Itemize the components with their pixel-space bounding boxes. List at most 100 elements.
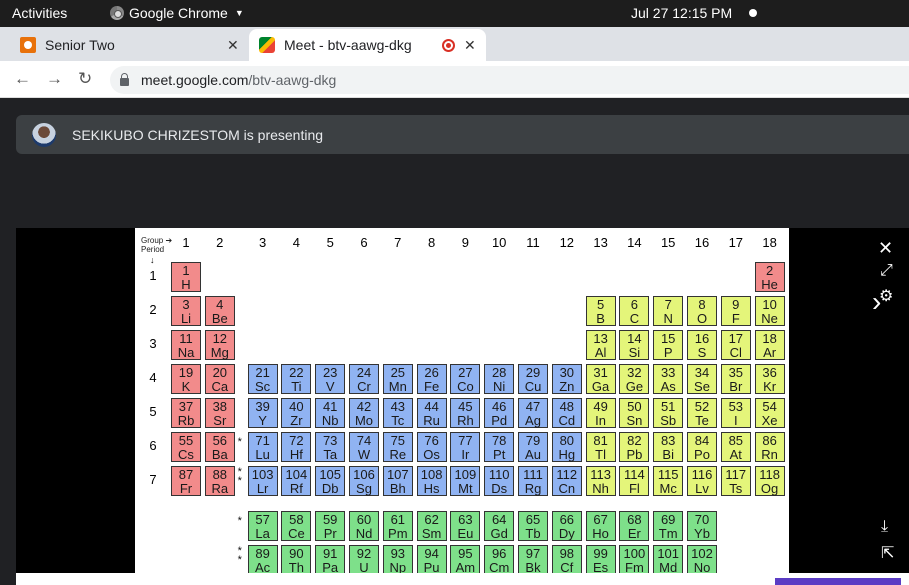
expand-icon[interactable]: ⤢: [880, 262, 893, 280]
activities-button[interactable]: Activities: [12, 5, 67, 21]
element-cell: 38 Sr: [204, 398, 235, 428]
element-symbol: He: [761, 277, 778, 292]
meet-view: SEKIKUBO CHRIZESTOM is presenting Group …: [0, 99, 909, 585]
atomic-number: 11: [179, 331, 193, 346]
chrome-icon: [110, 6, 124, 20]
atomic-number: 61: [390, 512, 406, 527]
element-symbol: Mn: [388, 379, 407, 394]
next-arrow-icon[interactable]: ›: [872, 286, 881, 318]
element-symbol: Hg: [558, 447, 576, 462]
element-symbol: Fr: [179, 481, 193, 496]
element-symbol: Ts: [729, 481, 743, 496]
element-symbol: Es: [593, 560, 609, 574]
element-symbol: Fe: [424, 379, 440, 394]
atomic-number: 52: [694, 399, 710, 414]
element-symbol: V: [325, 379, 335, 394]
element-cell: 116 Lv: [687, 466, 717, 496]
system-top-bar: Activities Google Chrome ▼ Jul 27 12:15 …: [0, 0, 909, 27]
url-path: /btv-aawg-dkg: [248, 72, 337, 88]
period-number: 2: [149, 302, 157, 317]
atomic-number: 100: [623, 546, 646, 561]
atomic-number: 53: [728, 399, 744, 414]
atomic-number: 21: [255, 365, 270, 380]
share-icon[interactable]: ⇱: [881, 543, 894, 563]
element-cell: 96 Cm: [484, 545, 515, 573]
element-cell: 63 Eu: [450, 511, 481, 541]
atomic-number: 10: [762, 297, 777, 312]
element-symbol: Mt: [458, 481, 473, 496]
element-symbol: Og: [760, 481, 779, 496]
element-cell: 34 Se: [687, 364, 717, 394]
back-icon[interactable]: ←: [14, 69, 31, 89]
atomic-number: 43: [390, 399, 406, 414]
address-bar[interactable]: meet.google.com/btv-aawg-dkg: [110, 66, 909, 94]
close-tab-icon[interactable]: ✕: [464, 37, 476, 54]
element-cell: 61 Pm: [382, 511, 413, 541]
element-cell: 83 Bi: [653, 432, 684, 462]
group-number: 16: [694, 235, 710, 250]
atomic-number: 30: [559, 365, 575, 380]
element-symbol: Fl: [628, 481, 640, 496]
element-cell: 73 Ta: [315, 432, 346, 462]
atomic-number: 81: [593, 433, 608, 448]
element-cell: 45 Rh: [450, 398, 481, 428]
period-number: 5: [149, 404, 157, 419]
element-cell: 53 I: [720, 398, 751, 428]
atomic-number: 99: [593, 546, 608, 561]
element-cell: 71 Lu: [247, 432, 278, 462]
element-symbol: Bk: [525, 560, 541, 574]
element-cell: 15 P: [653, 330, 684, 360]
element-cell: 29 Cu: [518, 364, 548, 394]
element-symbol: Cf: [560, 560, 574, 574]
atomic-number: 77: [458, 433, 473, 448]
element-cell: 86 Rn: [754, 432, 785, 462]
element-cell: 90 Th: [281, 545, 312, 573]
tab-meet[interactable]: Meet - btv-aawg-dkg ✕: [249, 29, 486, 61]
download-icon[interactable]: ⤓: [881, 518, 888, 536]
reload-icon[interactable]: ↻: [78, 69, 92, 89]
element-cell: 10 Ne: [754, 296, 785, 326]
element-symbol: Co: [457, 379, 474, 394]
element-symbol: O: [696, 311, 708, 326]
element-cell: 3 Li: [171, 296, 201, 326]
element-cell: 112 Cn: [551, 466, 582, 496]
tab-strip: Senior Two ✕ Meet - btv-aawg-dkg ✕ +: [0, 27, 909, 82]
atomic-number: 60: [356, 512, 372, 527]
atomic-number: 57: [255, 512, 270, 527]
element-cell: 64 Gd: [484, 511, 515, 541]
series-marker-icon: * *: [237, 545, 242, 566]
atomic-number: 58: [289, 512, 304, 527]
element-symbol: Te: [695, 413, 709, 428]
close-tab-icon[interactable]: ✕: [227, 37, 239, 54]
atomic-number: 56: [212, 433, 228, 448]
clock[interactable]: Jul 27 12:15 PM: [631, 5, 732, 21]
period-header: Period: [141, 245, 165, 254]
atomic-number: 103: [251, 467, 274, 482]
close-icon[interactable]: ✕: [878, 238, 893, 259]
notification-dot-icon: [749, 9, 757, 17]
element-cell: 7N: [653, 296, 684, 326]
element-cell: 27 Co: [450, 364, 481, 394]
atomic-number: 7: [664, 297, 672, 312]
element-cell: 1H: [171, 262, 201, 292]
forward-icon[interactable]: →: [46, 69, 63, 89]
element-symbol: U: [359, 560, 369, 574]
element-cell: 103 Lr: [247, 466, 278, 496]
atomic-number: 62: [424, 512, 439, 527]
element-cell: 43 Tc: [382, 398, 413, 428]
presentation-stage[interactable]: Group ➔ Period ↓ 1 2 3 4 5 6 7 8 9 10 11 12 13 14 15 16…: [16, 228, 909, 573]
element-symbol: Os: [423, 447, 440, 462]
element-cell: 75 Re: [382, 432, 413, 462]
element-symbol: La: [255, 526, 270, 541]
atomic-number: 50: [627, 399, 642, 414]
atomic-number: 22: [289, 365, 304, 380]
element-symbol: Gd: [490, 526, 508, 541]
element-symbol: Nb: [321, 413, 339, 428]
element-cell: 110 Ds: [484, 466, 515, 496]
atomic-number: 16: [694, 331, 710, 346]
app-menu[interactable]: Google Chrome ▼: [110, 5, 244, 21]
element-symbol: Md: [659, 560, 678, 574]
group-number: 13: [593, 235, 608, 250]
tab-senior-two[interactable]: Senior Two ✕: [0, 29, 248, 61]
lock-icon[interactable]: [120, 73, 129, 86]
